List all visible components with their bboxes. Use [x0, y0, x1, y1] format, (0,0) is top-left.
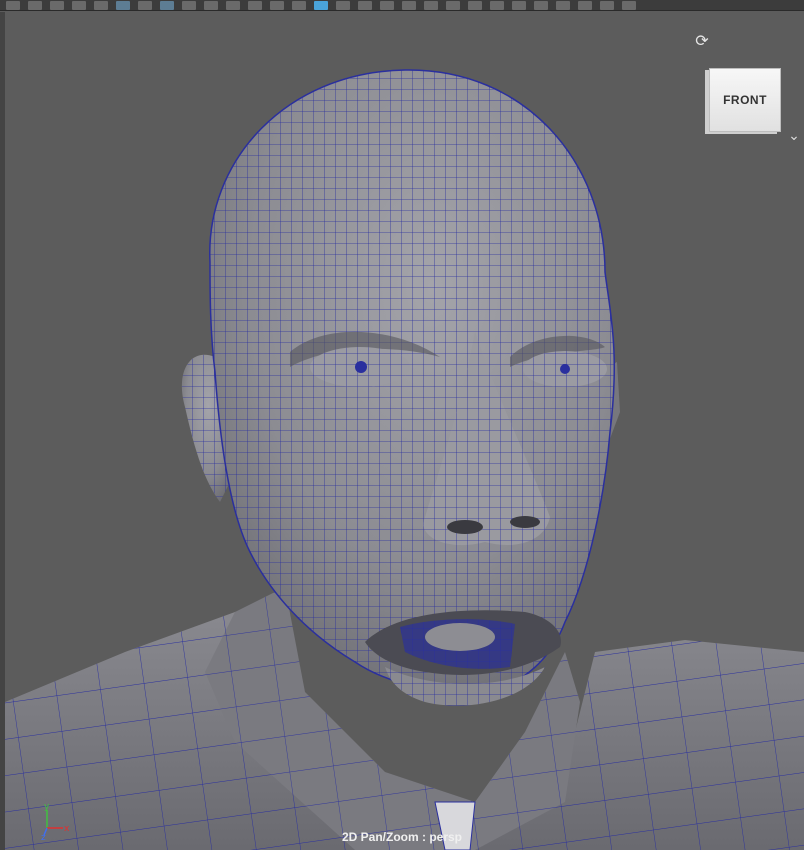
wireframe-on-shaded-icon[interactable] [358, 0, 372, 10]
field-chart-icon[interactable] [226, 0, 240, 10]
ambient-occlusion-icon[interactable] [446, 0, 460, 10]
3d-viewport[interactable]: ⟳ FRONT ⌄ y x z [5, 12, 804, 850]
shadow-icon[interactable] [424, 0, 438, 10]
bookmark-icon[interactable] [28, 0, 42, 10]
isolate-select-icon[interactable] [534, 0, 548, 10]
axis-y-label: y [44, 802, 50, 812]
exposure-icon[interactable] [578, 0, 592, 10]
viewport-toolbar [0, 0, 804, 11]
magnet-icon[interactable] [138, 0, 152, 10]
xray-icon[interactable] [380, 0, 394, 10]
smooth-shade-icon[interactable] [314, 0, 328, 10]
view-cube[interactable]: FRONT [709, 68, 781, 132]
safe-action-icon[interactable] [248, 0, 262, 10]
mesh-scene [5, 69, 804, 850]
view-cube-face-label: FRONT [723, 93, 767, 107]
lasso-icon[interactable] [116, 0, 130, 10]
xray-joints-icon[interactable] [556, 0, 570, 10]
camera-icon[interactable] [6, 0, 20, 10]
home-rotate-icon[interactable]: ⟳ [693, 32, 711, 50]
safe-title-icon[interactable] [270, 0, 284, 10]
eye-right [523, 351, 607, 387]
film-icon[interactable] [182, 0, 196, 10]
wireframe-icon[interactable] [292, 0, 306, 10]
gamma-icon[interactable] [600, 0, 614, 10]
antialias-icon[interactable] [490, 0, 504, 10]
depth-of-field-icon[interactable] [512, 0, 526, 10]
gear-icon[interactable] [50, 0, 64, 10]
resolution-gate-icon[interactable] [204, 0, 218, 10]
motion-blur-icon[interactable] [468, 0, 482, 10]
eye-left [310, 347, 410, 387]
mouth-mesh [365, 610, 561, 706]
viewport-status-text: 2D Pan/Zoom : persp [341, 830, 463, 844]
grid-icon[interactable] [160, 0, 174, 10]
light-icon[interactable] [402, 0, 416, 10]
chevron-down-icon[interactable]: ⌄ [786, 128, 802, 144]
pencil-icon[interactable] [94, 0, 108, 10]
default-material-icon[interactable] [336, 0, 350, 10]
pin-icon[interactable] [72, 0, 86, 10]
color-management-icon[interactable] [622, 0, 636, 10]
